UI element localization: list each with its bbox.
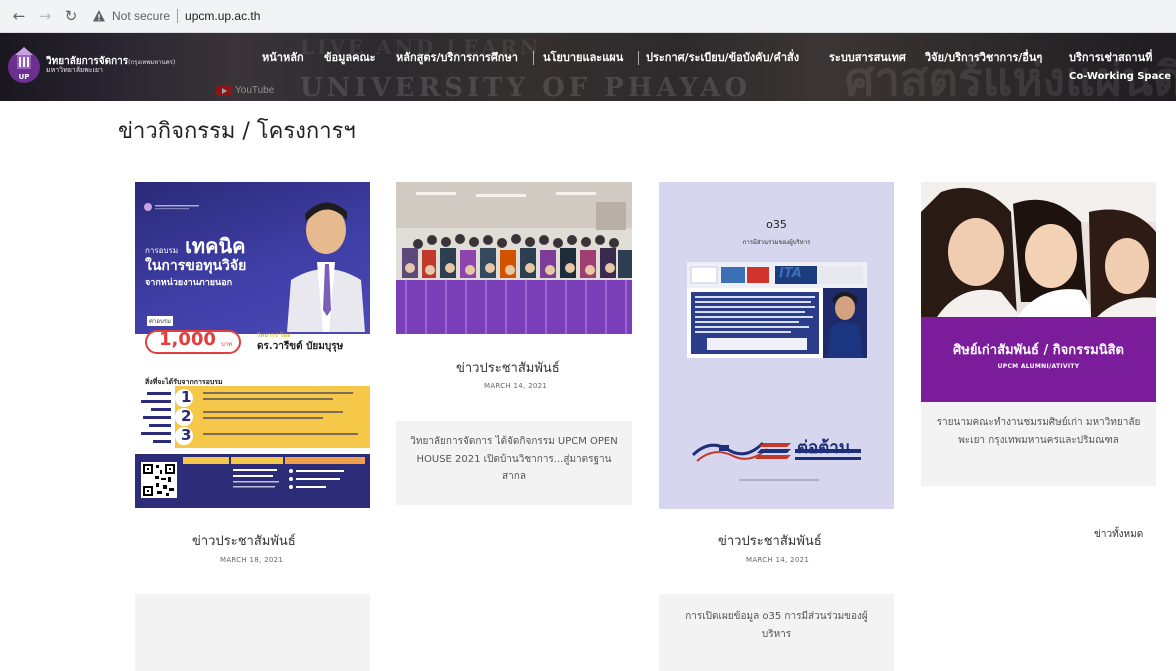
warning-icon[interactable] (92, 9, 106, 23)
poster-decor-lines (141, 392, 171, 443)
card-2-photo[interactable] (396, 182, 632, 334)
not-secure-label: Not secure (112, 9, 171, 23)
poster-price-label: ค่าอบรม (147, 316, 173, 326)
poster-text-line (203, 392, 353, 394)
nav-divider (638, 51, 639, 65)
doc-caption-line (739, 479, 819, 481)
poster-text-line (203, 417, 323, 419)
card-2-excerpt: วิทยาลัยการจัดการ ได้จัดกิจกรรม UPCM OPE… (396, 421, 632, 505)
poster-text-line (203, 411, 343, 413)
nav-item-policy[interactable]: นโยบายและแผน (543, 49, 623, 68)
back-arrow-icon[interactable]: ← (8, 5, 30, 27)
card-1-date: MARCH 18, 2021 (220, 556, 284, 564)
all-news-link[interactable]: ข่าวทั้งหมด (1094, 527, 1143, 542)
doc-screenshot (687, 262, 867, 358)
nav-item-coworking-label: บริการเช่าสถานที่ (1069, 51, 1153, 64)
doc-ita-label: ITA (779, 266, 802, 281)
poster-text-line (203, 398, 333, 400)
speaker-photo (287, 202, 365, 332)
alumni-banner-title: ศิษย์เก่าสัมพันธ์ / กิจกรรมนิสิต (953, 343, 1124, 358)
card-3-date: MARCH 14, 2021 (746, 556, 810, 564)
poster-footer-details (233, 469, 344, 489)
card-3-excerpt: การเปิดเผยข้อมูล o35 การมีส่วนร่วมของผู้… (659, 594, 894, 671)
address-bar[interactable]: Not secure upcm.up.ac.th (92, 4, 260, 28)
card-4-alumni-image[interactable]: ศิษย์เก่าสัมพันธ์ / กิจกรรมนิสิต UPCM AL… (921, 182, 1156, 402)
nav-item-faculty-info[interactable]: ข้อมูลคณะ (324, 49, 376, 68)
reload-icon[interactable]: ↻ (60, 5, 82, 27)
nav-divider (533, 51, 534, 65)
nav-item-home[interactable]: หน้าหลัก (262, 49, 304, 68)
poster-price-unit: บาท (221, 341, 233, 348)
card-1-excerpt-box (135, 594, 370, 671)
card-1-poster-image[interactable]: การอบรม เทคนิค ในการขอทุนวิจัย จากหน่วยง… (135, 182, 370, 508)
nav-item-announcements[interactable]: ประกาศ/ระเบียบ/ข้อบังคับ/คำสั่ง (646, 49, 799, 68)
poster-speaker-name: ดร.วารีขต์ บัยมบุรุษ (257, 341, 344, 352)
poster-text-line (203, 433, 358, 435)
doc-bottom-text: ต่อต้าน (797, 438, 851, 458)
poster-num-3: 3 (181, 426, 192, 444)
nav-item-coworking-sub: Co-Working Space (1069, 70, 1172, 82)
card-4-excerpt: รายนามคณะทำงานชมรมศิษย์เก่า มหาวิทยาลัยพ… (921, 402, 1156, 486)
browser-toolbar: ← → ↻ Not secure upcm.up.ac.th (0, 0, 1176, 33)
section-title: ข่าวกิจกรรม / โครงการฯ (118, 119, 356, 144)
poster-footer-tag (285, 457, 365, 464)
site-header: LIVE AND LEARN UNIVERSITY OF PHAYAO ศาสต… (0, 33, 1176, 101)
card-2-date: MARCH 14, 2021 (484, 382, 548, 390)
card-1-title[interactable]: ข่าวประชาสัมพันธ์ (192, 530, 296, 551)
main-nav: หน้าหลัก ข้อมูลคณะ หลักสูตร/บริการการศึก… (0, 33, 1176, 101)
url-text[interactable]: upcm.up.ac.th (185, 9, 260, 23)
card-3-document-image[interactable]: o35 การมีส่วนร่วมของผู้บริหาร ITA ต่อต้า… (659, 182, 894, 509)
alumni-banner: ศิษย์เก่าสัมพันธ์ / กิจกรรมนิสิต UPCM AL… (921, 317, 1156, 402)
poster-subheading-2: จากหน่วยงานภายนอก (145, 278, 233, 288)
poster-num-1: 1 (181, 388, 192, 406)
url-separator (177, 9, 179, 23)
poster-price: 1,000 (159, 329, 216, 350)
card-3-title[interactable]: ข่าวประชาสัมพันธ์ (718, 530, 822, 551)
poster-footer-tag (231, 457, 283, 464)
nav-item-coworking[interactable]: บริการเช่าสถานที่ Co-Working Space (1069, 49, 1171, 85)
qr-code-icon (141, 462, 177, 498)
alumni-banner-subtitle: UPCM ALUMNI/ATIVITY (997, 363, 1080, 370)
forward-arrow-icon[interactable]: → (34, 5, 56, 27)
doc-code: o35 (766, 218, 787, 231)
card-2-title[interactable]: ข่าวประชาสัมพันธ์ (456, 357, 560, 378)
poster-heading-prefix: การอบรม (145, 246, 179, 255)
poster-subheading: ในการขอทุนวิจัย (145, 258, 247, 274)
poster-logo-icon (144, 203, 199, 211)
nav-item-curriculum[interactable]: หลักสูตร/บริการการศึกษา (396, 49, 518, 68)
nav-item-research[interactable]: วิจัย/บริการวิชาการ/อื่นๆ (925, 49, 1042, 68)
students-photo (921, 182, 1156, 317)
doc-subtitle: การมีส่วนร่วมของผู้บริหาร (742, 239, 811, 246)
poster-footer-tag (183, 457, 229, 464)
event-photo-image (396, 182, 632, 334)
nav-item-info-system[interactable]: ระบบสารสนเทศ (829, 49, 906, 68)
poster-num-2: 2 (181, 407, 192, 425)
